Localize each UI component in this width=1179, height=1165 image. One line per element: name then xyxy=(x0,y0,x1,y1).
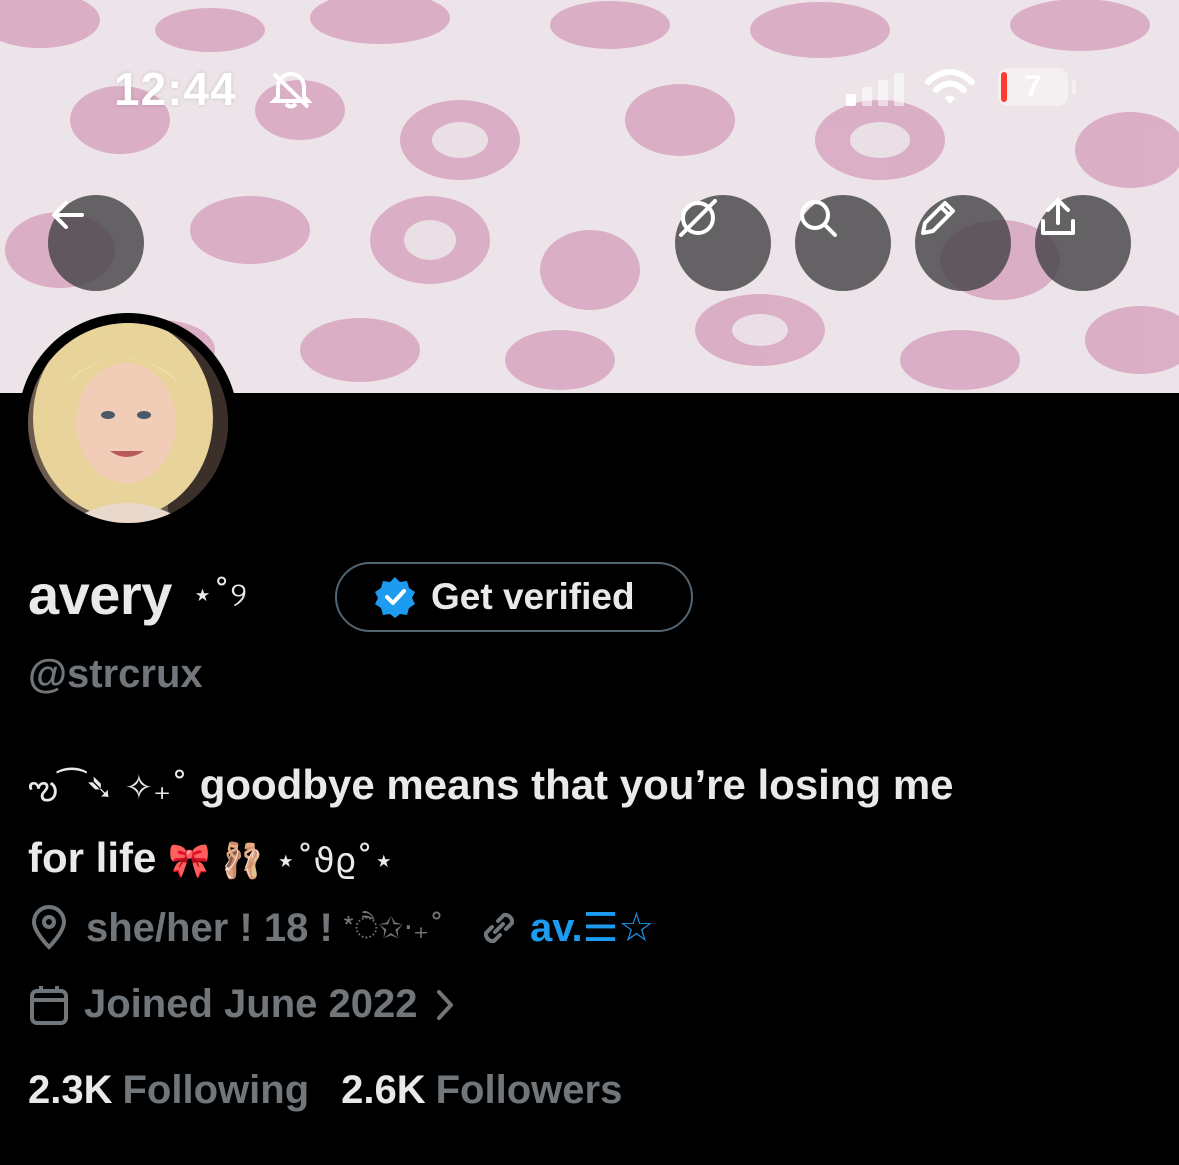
bio-decoration: ఌ⁀➴ ✧₊˚ xyxy=(28,768,189,808)
get-verified-label: Get verified xyxy=(431,576,635,617)
edit-button[interactable] xyxy=(915,195,1011,291)
grok-icon xyxy=(679,199,717,237)
meta-row: she/her ! 18 ! *ੈ✩‧₊˚ av.☰☆ xyxy=(28,905,654,951)
followers-count: 2.6K xyxy=(341,1068,426,1112)
bio-line-2: for life 🎀 🩰 ⋆˚ϑϱ˚⋆ xyxy=(28,823,1148,896)
bio-text: goodbye means that you’re losing me xyxy=(199,761,954,808)
share-button[interactable] xyxy=(1035,195,1131,291)
signal-icon xyxy=(846,73,904,106)
bio-line-1: ఌ⁀➴ ✧₊˚ goodbye means that you’re losing… xyxy=(28,750,1148,823)
display-name: avery xyxy=(28,563,172,626)
avatar-photo xyxy=(28,323,228,523)
follow-stats: 2.3K Following 2.6K Followers xyxy=(28,1068,622,1113)
pencil-icon xyxy=(921,201,955,235)
back-button[interactable] xyxy=(48,195,144,291)
arrow-left-icon xyxy=(52,201,84,229)
location-text: she/her ! 18 ! xyxy=(86,905,333,950)
username-handle: @strcrux xyxy=(28,652,203,696)
name-decoration: ⋆˚୨ xyxy=(191,574,248,615)
battery-icon: 7 xyxy=(998,68,1076,108)
avatar[interactable] xyxy=(18,313,238,533)
link-icon xyxy=(483,912,514,944)
website-link[interactable]: av.☰☆ xyxy=(530,905,654,951)
bio-decoration: ⋆˚ϑϱ˚⋆ xyxy=(275,841,395,881)
get-verified-button[interactable]: Get verified xyxy=(335,562,693,632)
followers-stat[interactable]: 2.6K Followers xyxy=(341,1068,622,1113)
name-row: avery ⋆˚୨ xyxy=(28,562,247,627)
bell-slash-icon xyxy=(269,71,313,109)
following-count: 2.3K xyxy=(28,1068,113,1112)
grok-button[interactable] xyxy=(675,195,771,291)
wifi-icon xyxy=(925,69,975,104)
location-pin-icon xyxy=(31,905,67,950)
search-button[interactable] xyxy=(795,195,891,291)
share-icon xyxy=(1041,198,1075,235)
bio: ఌ⁀➴ ✧₊˚ goodbye means that you’re losing… xyxy=(28,750,1148,896)
bio-emoji: 🎀 🩰 xyxy=(168,841,264,881)
following-label: Following xyxy=(122,1068,310,1112)
battery-level: 7 xyxy=(1024,70,1042,103)
following-stat[interactable]: 2.3K Following xyxy=(28,1068,309,1113)
bio-text: for life xyxy=(28,834,157,881)
location-decoration: *ੈ✩‧₊˚ xyxy=(342,910,444,946)
search-icon xyxy=(800,200,837,237)
calendar-icon xyxy=(30,985,68,1025)
followers-label: Followers xyxy=(435,1068,623,1112)
status-time: 12:44 xyxy=(114,63,237,115)
joined-date: Joined June 2022 xyxy=(84,982,418,1026)
joined-row[interactable]: Joined June 2022 xyxy=(28,982,455,1027)
verified-badge-icon xyxy=(375,577,415,618)
chevron-right-icon xyxy=(437,989,454,1020)
